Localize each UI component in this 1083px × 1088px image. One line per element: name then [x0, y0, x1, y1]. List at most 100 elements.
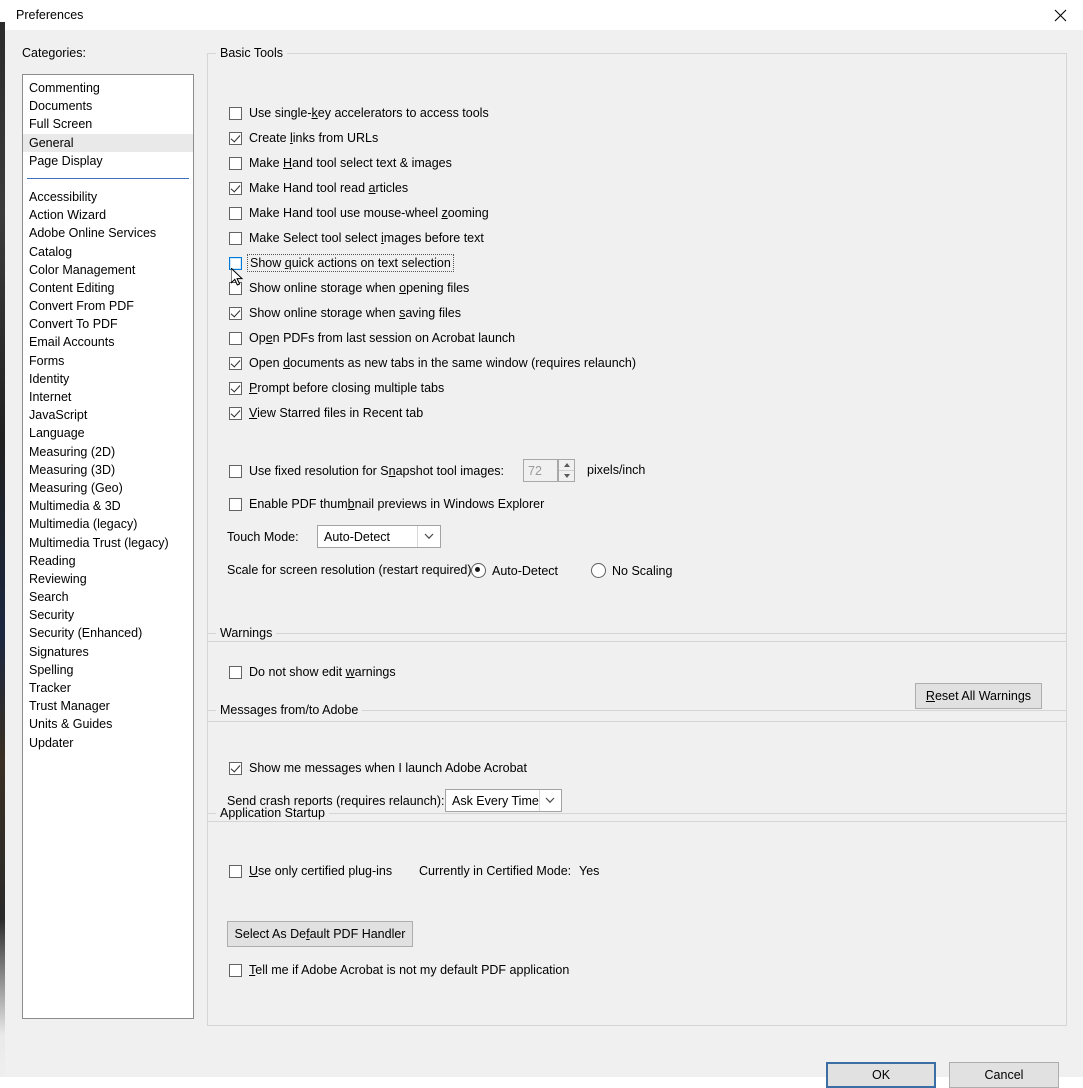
checkbox-box[interactable] — [229, 381, 242, 395]
sidebar-item-units-guides[interactable]: Units & Guides — [23, 715, 193, 733]
checkbox-show-quick-actions-on-text-selection[interactable]: Show quick actions on text selection — [229, 254, 454, 272]
sidebar-item-security-enhanced[interactable]: Security (Enhanced) — [23, 624, 193, 642]
checkbox-box[interactable] — [229, 497, 242, 511]
checkbox-show-messages-on-launch[interactable]: Show me messages when I launch Adobe Acr… — [229, 761, 527, 775]
checkbox-box[interactable] — [229, 761, 242, 775]
sidebar-item-search[interactable]: Search — [23, 588, 193, 606]
checkbox-select-tool-images-before-text[interactable]: Make Select tool select images before te… — [229, 231, 484, 245]
checkbox-box[interactable] — [229, 281, 242, 295]
checkbox-create-links-from-urls[interactable]: Create links from URLs — [229, 131, 378, 145]
sidebar-item-updater[interactable]: Updater — [23, 734, 193, 752]
touch-mode-select[interactable]: Auto-Detect — [317, 525, 441, 548]
checkbox-use-only-certified-plugins[interactable]: Use only certified plug-ins — [229, 864, 392, 878]
radio-no-scaling[interactable]: No Scaling — [591, 563, 672, 578]
checkbox-use-fixed-resolution-snapshot[interactable]: Use fixed resolution for Snapshot tool i… — [229, 464, 504, 478]
checkbox-box[interactable] — [229, 231, 242, 245]
sidebar-item-internet[interactable]: Internet — [23, 388, 193, 406]
sidebar-item-multimedia-3d[interactable]: Multimedia & 3D — [23, 497, 193, 515]
checkbox-box[interactable] — [229, 406, 242, 420]
sidebar-item-spelling[interactable]: Spelling — [23, 661, 193, 679]
checkbox-hand-tool-read-articles[interactable]: Make Hand tool read articles — [229, 181, 408, 195]
sidebar-item-full-screen[interactable]: Full Screen — [23, 115, 193, 133]
scale-resolution-label: Scale for screen resolution (restart req… — [227, 563, 476, 577]
sidebar-item-reviewing[interactable]: Reviewing — [23, 570, 193, 588]
sidebar-item-multimedia-trust-legacy[interactable]: Multimedia Trust (legacy) — [23, 534, 193, 552]
checkbox-hand-tool-select-text-images[interactable]: Make Hand tool select text & images — [229, 156, 452, 170]
checkbox-box[interactable] — [229, 665, 242, 679]
chevron-down-icon[interactable] — [417, 526, 440, 547]
sidebar-item-documents[interactable]: Documents — [23, 97, 193, 115]
snapshot-resolution-input[interactable]: 72 — [523, 459, 558, 482]
sidebar-item-language[interactable]: Language — [23, 424, 193, 442]
sidebar-item-adobe-online-services[interactable]: Adobe Online Services — [23, 224, 193, 242]
sidebar-item-tracker[interactable]: Tracker — [23, 679, 193, 697]
sidebar-item-measuring-2d[interactable]: Measuring (2D) — [23, 443, 193, 461]
sidebar-item-page-display[interactable]: Page Display — [23, 152, 193, 170]
ok-button[interactable]: OK — [826, 1062, 936, 1088]
sidebar-item-measuring-3d[interactable]: Measuring (3D) — [23, 461, 193, 479]
sidebar-item-identity[interactable]: Identity — [23, 370, 193, 388]
sidebar-item-reading[interactable]: Reading — [23, 552, 193, 570]
button-label: OK — [871, 1068, 891, 1082]
checkbox-box[interactable] — [229, 464, 242, 478]
checkbox-show-online-storage-saving[interactable]: Show online storage when saving files — [229, 306, 461, 320]
chevron-down-icon[interactable] — [538, 790, 561, 811]
sidebar-item-color-management[interactable]: Color Management — [23, 261, 193, 279]
sidebar-item-commenting[interactable]: Commenting — [23, 79, 193, 97]
stepper-down-icon[interactable] — [559, 471, 574, 481]
sidebar-item-trust-manager[interactable]: Trust Manager — [23, 697, 193, 715]
sidebar-item-general[interactable]: General — [23, 133, 193, 152]
sidebar-item-forms[interactable]: Forms — [23, 352, 193, 370]
sidebar-item-measuring-geo[interactable]: Measuring (Geo) — [23, 479, 193, 497]
checkbox-show-online-storage-opening[interactable]: Show online storage when opening files — [229, 281, 469, 295]
checkbox-open-documents-new-tabs[interactable]: Open documents as new tabs in the same w… — [229, 356, 636, 370]
reset-all-warnings-button[interactable]: Reset All Warnings — [915, 683, 1042, 709]
sidebar-item-content-editing[interactable]: Content Editing — [23, 279, 193, 297]
send-crash-reports-select[interactable]: Ask Every Time — [445, 789, 562, 812]
checkbox-label: Make Hand tool use mouse-wheel zooming — [249, 206, 489, 220]
dialog-body: Categories: Commenting Documents Full Sc… — [5, 30, 1083, 1088]
sidebar-item-catalog[interactable]: Catalog — [23, 243, 193, 261]
checkbox-label: Show me messages when I launch Adobe Acr… — [249, 761, 527, 775]
checkbox-prompt-before-closing-tabs[interactable]: Prompt before closing multiple tabs — [229, 381, 444, 395]
radio-auto-detect[interactable]: Auto-Detect — [471, 563, 558, 578]
sidebar-item-multimedia-legacy[interactable]: Multimedia (legacy) — [23, 515, 193, 533]
sidebar-item-signatures[interactable]: Signatures — [23, 643, 193, 661]
sidebar-item-action-wizard[interactable]: Action Wizard — [23, 206, 193, 224]
sidebar-item-accessibility[interactable]: Accessibility — [23, 188, 193, 206]
checkbox-box[interactable] — [229, 864, 242, 878]
close-icon[interactable] — [1037, 0, 1083, 30]
select-default-pdf-handler-button[interactable]: Select As Default PDF Handler — [227, 921, 413, 947]
categories-list[interactable]: Commenting Documents Full Screen General… — [22, 74, 194, 1019]
checkbox-box[interactable] — [229, 331, 242, 345]
checkbox-label: Open documents as new tabs in the same w… — [249, 356, 637, 370]
checkbox-box[interactable] — [229, 356, 242, 370]
sidebar-item-convert-to-pdf[interactable]: Convert To PDF — [23, 315, 193, 333]
checkbox-view-starred-files[interactable]: View Starred files in Recent tab — [229, 406, 423, 420]
certified-mode-label: Currently in Certified Mode: — [419, 864, 572, 878]
checkbox-do-not-show-edit-warnings[interactable]: Do not show edit warnings — [229, 665, 396, 679]
checkbox-enable-pdf-thumbnail-previews[interactable]: Enable PDF thumbnail previews in Windows… — [229, 497, 544, 511]
button-label: Select As Default PDF Handler — [234, 927, 406, 941]
checkbox-box[interactable] — [229, 306, 242, 320]
stepper-up-icon[interactable] — [559, 460, 574, 471]
radio-button[interactable] — [471, 563, 486, 578]
checkbox-hand-tool-mouse-wheel-zooming[interactable]: Make Hand tool use mouse-wheel zooming — [229, 206, 489, 220]
sidebar-item-convert-from-pdf[interactable]: Convert From PDF — [23, 297, 193, 315]
checkbox-box[interactable] — [229, 963, 242, 977]
cancel-button[interactable]: Cancel — [949, 1062, 1059, 1088]
checkbox-box[interactable] — [229, 156, 242, 170]
snapshot-resolution-stepper[interactable] — [558, 459, 575, 482]
radio-button[interactable] — [591, 563, 606, 578]
checkbox-box[interactable] — [229, 206, 242, 220]
sidebar-item-email-accounts[interactable]: Email Accounts — [23, 333, 193, 351]
checkbox-open-pdfs-last-session[interactable]: Open PDFs from last session on Acrobat l… — [229, 331, 515, 345]
checkbox-box[interactable] — [229, 131, 242, 145]
checkbox-tell-me-not-default-pdf-app[interactable]: Tell me if Adobe Acrobat is not my defau… — [229, 963, 569, 977]
checkbox-single-key-accelerators[interactable]: Use single-key accelerators to access to… — [229, 106, 489, 120]
sidebar-item-security[interactable]: Security — [23, 606, 193, 624]
checkbox-box[interactable] — [229, 106, 242, 120]
checkbox-box[interactable] — [229, 256, 242, 270]
checkbox-box[interactable] — [229, 181, 242, 195]
sidebar-item-javascript[interactable]: JavaScript — [23, 406, 193, 424]
